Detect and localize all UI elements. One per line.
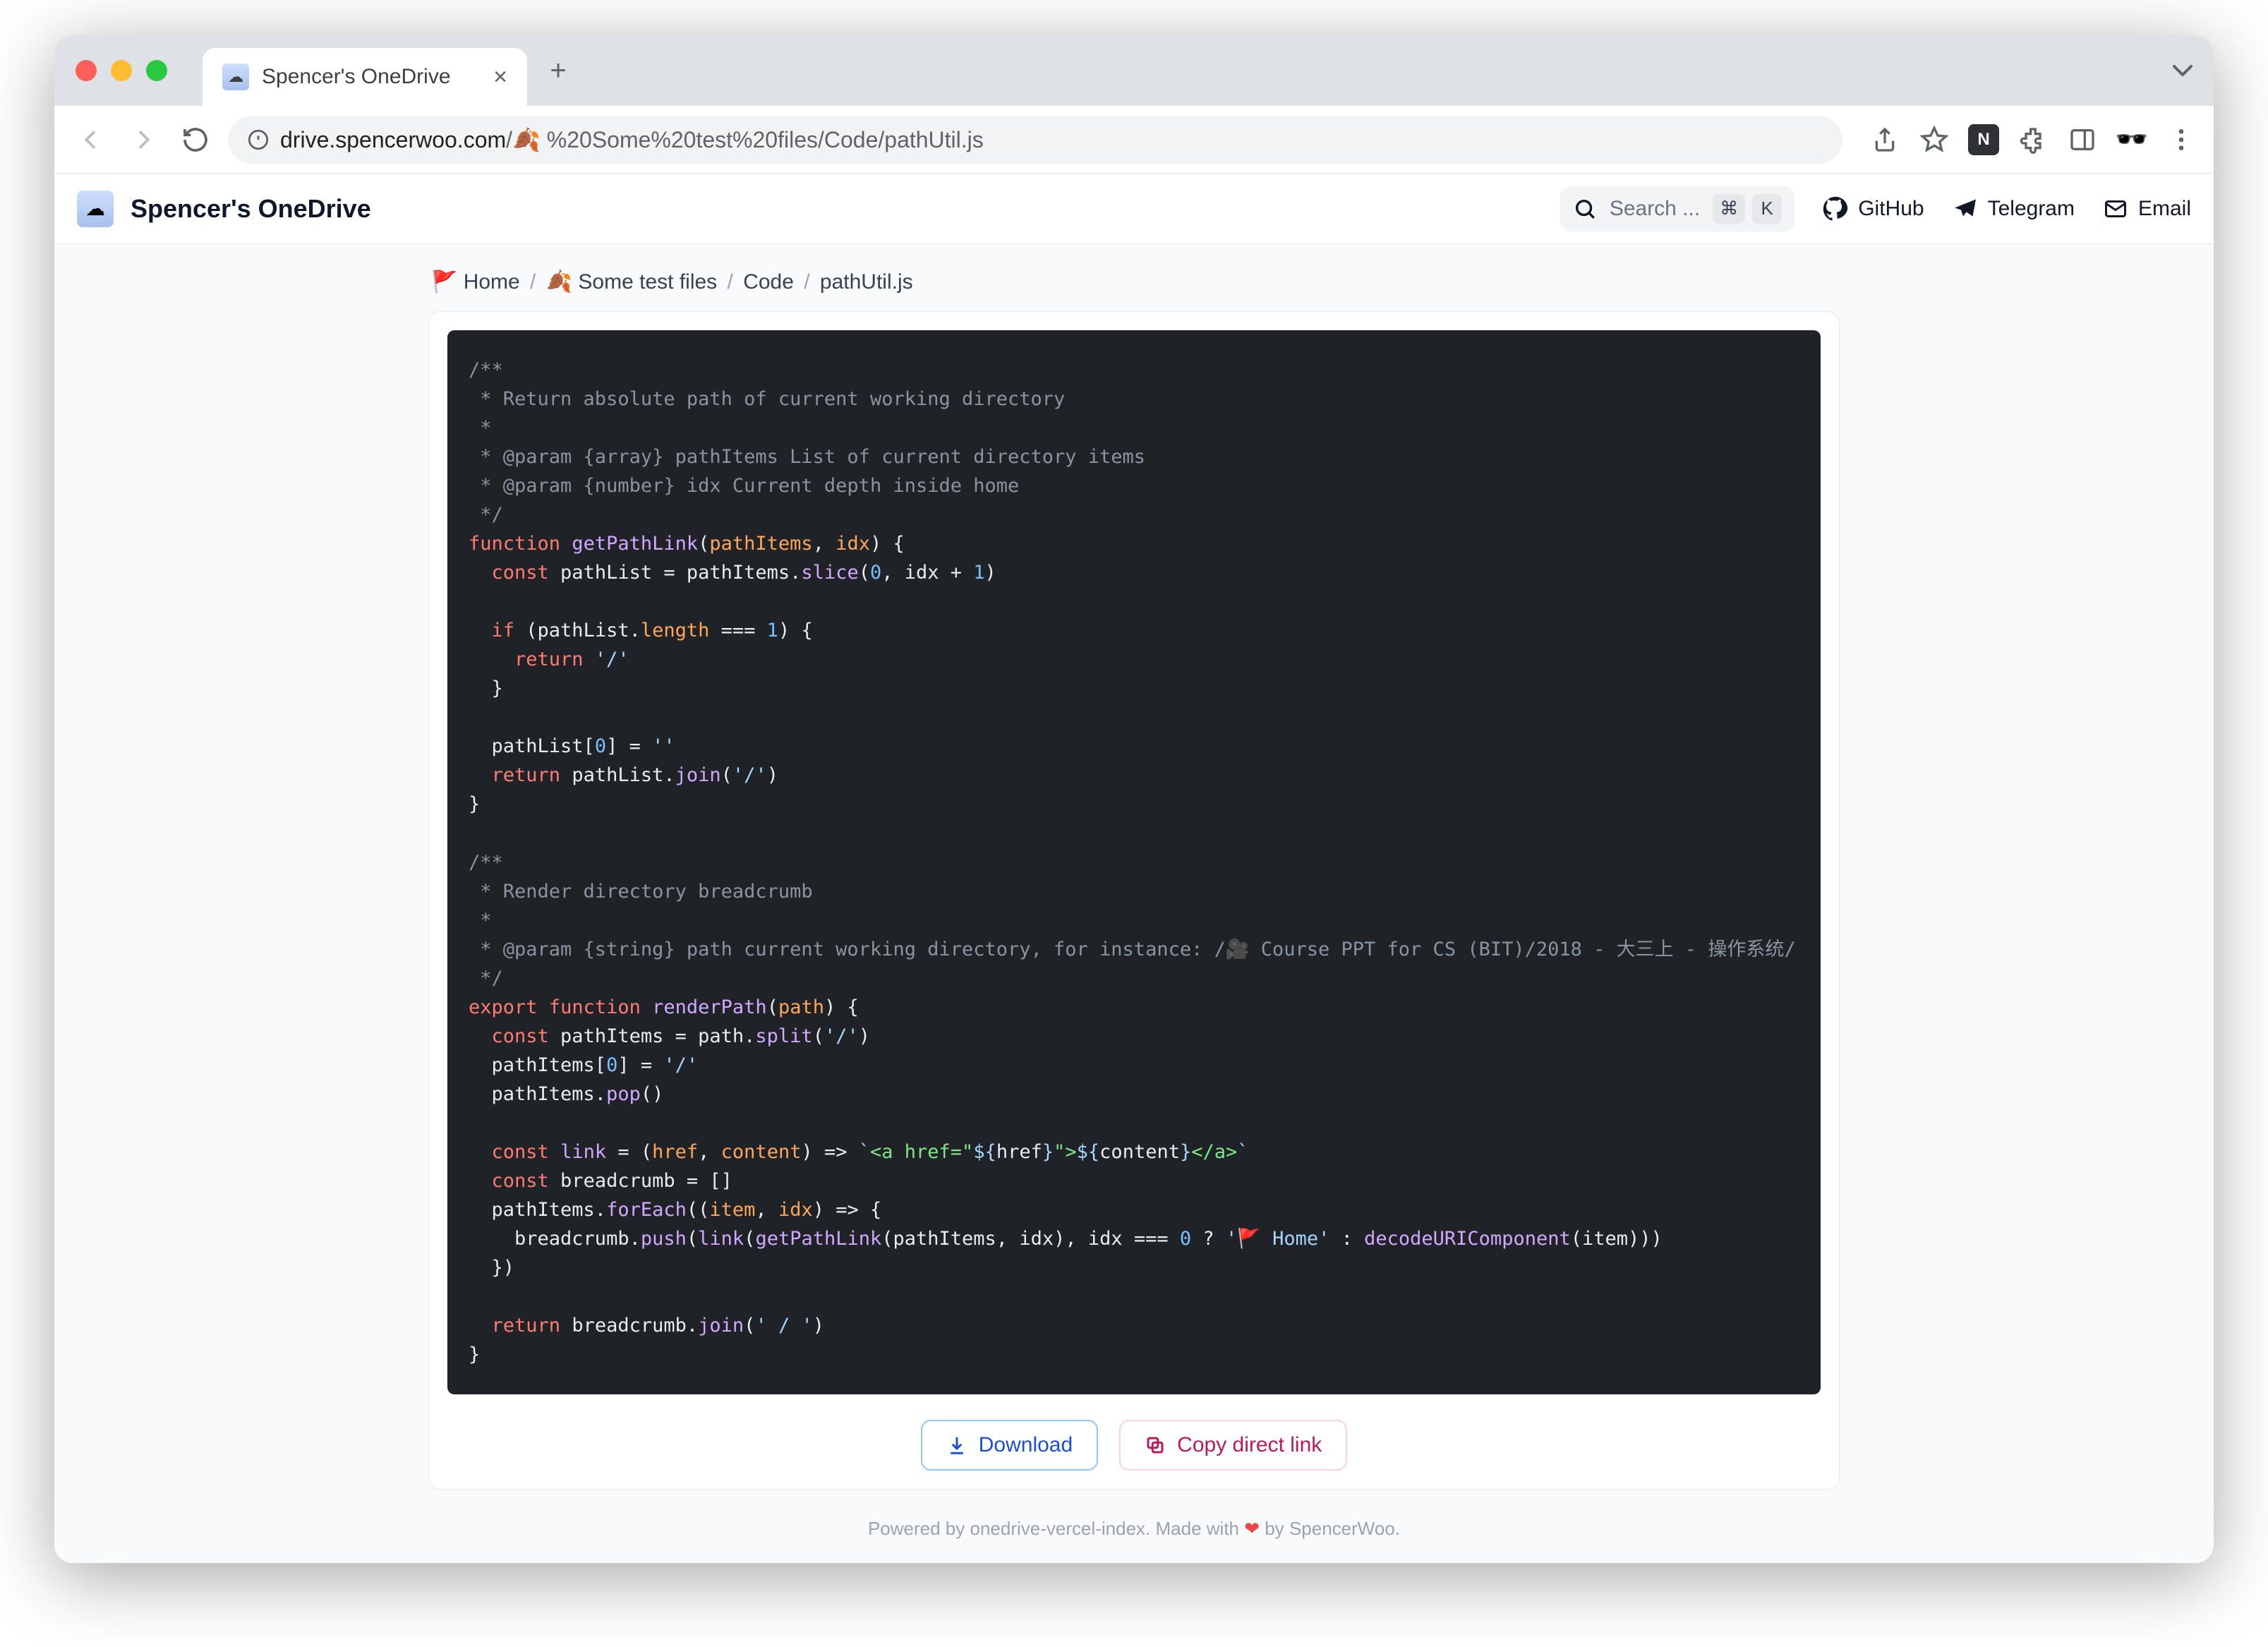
download-label: Download <box>979 1433 1073 1457</box>
share-icon[interactable] <box>1869 124 1900 155</box>
breadcrumb-item[interactable]: Code <box>743 270 794 294</box>
breadcrumb-separator: / <box>524 270 542 294</box>
url-host: drive.spencerwoo.com/🍂 %20Some%20test%20… <box>280 126 984 153</box>
minimize-window-button[interactable] <box>111 60 132 81</box>
footer-author-link[interactable]: SpencerWoo <box>1289 1518 1395 1539</box>
app-logo-icon: ☁︎ <box>77 191 114 227</box>
search-button[interactable]: Search ... ⌘ K <box>1560 186 1795 231</box>
heart-icon: ❤ <box>1244 1518 1260 1539</box>
file-preview-card: /** * Return absolute path of current wo… <box>428 311 1840 1490</box>
breadcrumb: 🚩 Home / 🍂 Some test files / Code / path… <box>431 270 1840 294</box>
footer-project-link[interactable]: onedrive-vercel-index <box>970 1518 1146 1539</box>
toolbar: drive.spencerwoo.com/🍂 %20Some%20test%20… <box>54 106 2214 174</box>
email-icon <box>2103 196 2128 222</box>
toolbar-actions: N 🕶️ <box>1869 124 2197 155</box>
app-header: ☁︎ Spencer's OneDrive Search ... ⌘ K Git… <box>54 174 2214 244</box>
close-window-button[interactable] <box>76 60 97 81</box>
browser-window: ☁︎ Spencer's OneDrive × + drive.spencerw… <box>54 35 2214 1563</box>
page-body: 🚩 Home / 🍂 Some test files / Code / path… <box>54 244 2214 1563</box>
copy-icon <box>1145 1435 1166 1456</box>
breadcrumb-separator: / <box>721 270 739 294</box>
tab-overflow-button[interactable] <box>2166 54 2200 88</box>
kbd-mod: ⌘ <box>1713 194 1745 224</box>
footer: Powered by onedrive-vercel-index. Made w… <box>428 1518 1840 1540</box>
browser-tab[interactable]: ☁︎ Spencer's OneDrive × <box>203 48 527 106</box>
telegram-link[interactable]: Telegram <box>1953 196 2075 222</box>
maximize-window-button[interactable] <box>146 60 167 81</box>
tab-strip: ☁︎ Spencer's OneDrive × + <box>54 35 2214 106</box>
address-bar[interactable]: drive.spencerwoo.com/🍂 %20Some%20test%20… <box>228 116 1842 164</box>
email-label: Email <box>2138 197 2191 221</box>
action-row: Download Copy direct link <box>447 1420 1821 1471</box>
github-icon <box>1823 196 1848 222</box>
copy-link-button[interactable]: Copy direct link <box>1119 1420 1347 1471</box>
nav-back-button[interactable] <box>71 120 111 159</box>
bookmark-star-icon[interactable] <box>1919 124 1950 155</box>
breadcrumb-item[interactable]: pathUtil.js <box>820 270 913 294</box>
email-link[interactable]: Email <box>2103 196 2191 222</box>
sidepanel-icon[interactable] <box>2067 124 2098 155</box>
favicon-icon: ☁︎ <box>222 64 249 90</box>
extensions-icon[interactable] <box>2017 124 2049 155</box>
search-icon <box>1573 197 1597 221</box>
breadcrumb-item[interactable]: 🚩 Home <box>431 270 520 294</box>
download-icon <box>946 1435 967 1456</box>
github-link[interactable]: GitHub <box>1823 196 1924 222</box>
extension-notion-icon[interactable]: N <box>1968 124 1999 155</box>
close-tab-button[interactable]: × <box>493 65 507 89</box>
kbd-key: K <box>1752 194 1782 224</box>
search-placeholder: Search ... <box>1610 197 1700 221</box>
telegram-icon <box>1953 196 1978 222</box>
app-title: Spencer's OneDrive <box>131 194 371 224</box>
window-controls <box>76 60 167 81</box>
code-preview[interactable]: /** * Return absolute path of current wo… <box>447 330 1821 1394</box>
breadcrumb-item[interactable]: 🍂 Some test files <box>546 270 717 294</box>
telegram-label: Telegram <box>1988 197 2075 221</box>
breadcrumb-separator: / <box>798 270 816 294</box>
download-button[interactable]: Download <box>921 1420 1098 1471</box>
search-shortcut: ⌘ K <box>1713 194 1782 224</box>
copy-link-label: Copy direct link <box>1177 1433 1322 1457</box>
profile-avatar-icon[interactable]: 🕶️ <box>2116 124 2147 155</box>
new-tab-button[interactable]: + <box>541 54 575 88</box>
site-info-icon <box>246 128 270 152</box>
tab-title: Spencer's OneDrive <box>262 65 451 89</box>
kebab-menu-icon[interactable] <box>2166 124 2197 155</box>
nav-forward-button[interactable] <box>123 120 163 159</box>
github-label: GitHub <box>1858 197 1924 221</box>
reload-button[interactable] <box>176 120 215 159</box>
